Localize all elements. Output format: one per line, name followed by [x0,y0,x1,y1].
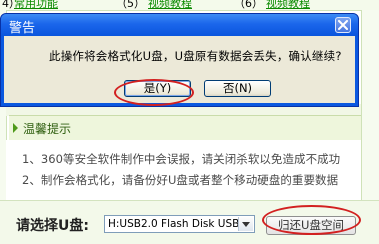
tip-line-2: 2、制作会格式化，请备份好U盘或者整个移动硬盘的重要数据 [22,173,339,187]
nav-link-video-tutorial-5[interactable]: 视频教程 [148,0,192,10]
disk-select-label: 请选择U盘: [16,218,89,234]
no-button[interactable]: 否(N) [204,80,271,97]
expand-arrow-icon [13,123,18,133]
tips-body: 1、360等安全软件制作中会误报，请关闭杀软以免造成不成功 2、制作会格式化，请… [6,140,361,200]
disk-dropdown-value: H:USB2.0 Flash Disk USB I [108,218,238,230]
nav-link-video-tutorial-6[interactable]: 视频教程 [266,0,310,10]
tips-section-header[interactable]: 温馨提示 [9,115,361,141]
tip-line-1: 1、360等安全软件制作中会误报，请关闭杀软以免造成不成功 [22,152,341,166]
nav-item-6-prefix: （6） [234,0,263,10]
close-button[interactable] [335,17,351,33]
app-right-border [361,10,379,200]
chevron-down-icon[interactable] [238,217,253,231]
highlight-circle-yes [114,79,194,106]
tips-title: 温馨提示 [23,122,72,136]
nav-link-common-functions[interactable]: 常用功能 [14,0,58,10]
close-icon [338,20,348,30]
highlight-circle-restore [262,205,361,235]
disk-dropdown[interactable]: H:USB2.0 Flash Disk USB I [104,215,255,233]
dialog-message: 此操作将会格式化U盘，U盘原有数据会丢失，确认继续? [49,49,342,63]
dialog-title: 警告 [9,21,36,36]
top-nav-strip: 4） 常用功能 （5） 视频教程 （6） 视频教程 [0,0,379,11]
nav-item-5-prefix: （5） [116,0,145,10]
dialog-titlebar[interactable]: 警告 [1,14,358,36]
